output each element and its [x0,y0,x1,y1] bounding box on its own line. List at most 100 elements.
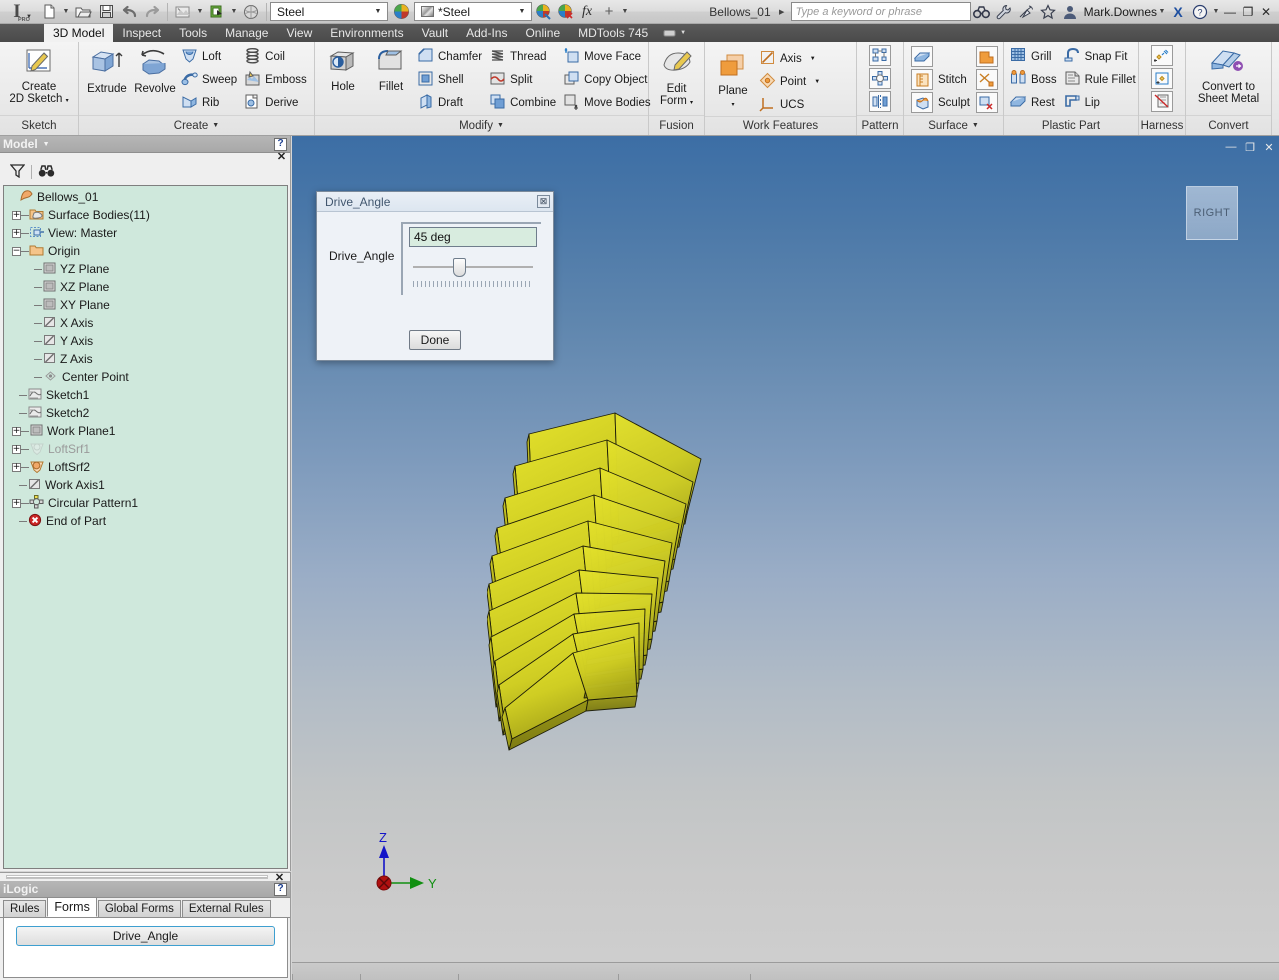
ribbon-display-options-icon[interactable]: ▼ [657,24,692,42]
rule-fillet-button[interactable]: Rule Fillet [1062,68,1141,91]
tree-expander-minus-icon[interactable]: − [12,246,21,256]
save-icon[interactable] [95,1,117,23]
document-list-chevron-icon[interactable]: ▶ [777,1,787,23]
tree-expander-plus-icon[interactable]: + [12,426,21,436]
point-chevron-down-icon[interactable]: ▼ [814,79,820,85]
redo-icon[interactable] [141,1,163,23]
undo-icon[interactable] [118,1,140,23]
split-button[interactable]: Split [487,68,561,91]
drive-angle-dialog-close-icon[interactable]: ⊠ [537,195,550,208]
document-close-button[interactable]: ✕ [1261,139,1277,155]
tree-item-work-plane1[interactable]: + Work Plane1 [4,422,287,440]
tree-item-xy-plane[interactable]: XY Plane [4,296,287,314]
restore-window-button[interactable]: ❐ [1239,2,1257,22]
extrude-button[interactable]: Extrude [83,45,131,97]
filter-icon[interactable] [9,163,26,181]
tree-item-surface-bodies[interactable]: + Surface Bodies(11) [4,206,287,224]
ilogic-tab-rules[interactable]: Rules [3,900,47,917]
tree-item-x-axis[interactable]: X Axis [4,314,287,332]
done-button[interactable]: Done [409,330,461,350]
tree-item-bellows-01[interactable]: Bellows_01 [4,188,287,206]
surface-panel-chevron-down-icon[interactable]: ▼ [972,122,979,129]
rest-button[interactable]: Rest [1008,91,1062,114]
coil-button[interactable]: Coil [242,45,312,68]
view-cube[interactable]: RIGHT [1186,186,1238,240]
combine-button[interactable]: Combine [487,91,561,114]
tab-tools[interactable]: Tools [170,24,216,42]
chamfer-button[interactable]: Chamfer [415,45,487,68]
panel-title-surface[interactable]: Surface ▼ [904,115,1003,135]
shell-button[interactable]: Shell [415,68,487,91]
grill-button[interactable]: Grill [1008,45,1062,68]
favorites-star-icon[interactable] [1037,1,1059,23]
help-question-icon[interactable]: ? [1189,1,1211,23]
hole-button[interactable]: Hole [319,45,367,95]
tree-item-circular-pattern1[interactable]: + Circular Pattern1 [4,494,287,512]
document-restore-button[interactable]: ❐ [1242,139,1258,155]
update-chevron-icon[interactable]: ▼ [195,1,205,23]
return-chevron-icon[interactable]: ▼ [229,1,239,23]
new-file-chevron-icon[interactable]: ▼ [61,1,71,23]
sweep-button[interactable]: Sweep [179,68,242,91]
search-input[interactable]: Type a keyword or phrase [790,2,971,21]
appearance-chevron-down-icon[interactable]: ▼ [515,8,529,15]
application-menu-button[interactable]: I PRO ▼ [0,0,34,24]
tree-expander-plus-icon[interactable]: + [12,498,21,508]
material-combo[interactable]: Steel ▼ [270,2,388,21]
ilogic-close-icon[interactable]: ✕ [273,871,286,884]
tree-item-view-master[interactable]: + View: Master [4,224,287,242]
tab-environments[interactable]: Environments [321,24,412,42]
tree-item-xz-plane[interactable]: XZ Plane [4,278,287,296]
draft-button[interactable]: Draft [415,91,487,114]
appearance-combo[interactable]: *Steel ▼ [414,2,532,21]
place-harness-icon[interactable] [1151,68,1173,89]
find-binoculars-icon[interactable] [38,164,55,181]
tab-mdtools[interactable]: MDTools 745 [569,24,657,42]
tree-item-sketch1[interactable]: Sketch1 [4,386,287,404]
edit-form-button[interactable]: Edit Form ▾ [653,45,701,111]
tree-item-z-axis[interactable]: Z Axis [4,350,287,368]
ilogic-tab-global-forms[interactable]: Global Forms [97,900,181,917]
document-minimize-button[interactable]: — [1223,139,1239,155]
tab-3d-model[interactable]: 3D Model [44,24,114,42]
tree-item-loftsrf1[interactable]: + LoftSrf1 [4,440,287,458]
patch-icon[interactable] [975,46,998,67]
help-wrench-icon[interactable] [993,1,1015,23]
exchange-apps-icon[interactable]: X [1167,1,1189,23]
move-face-button[interactable]: Move Face [561,45,655,68]
tab-view[interactable]: View [277,24,321,42]
axis-button[interactable]: Axis ▼ [757,47,825,70]
appearance-browser-icon[interactable] [532,1,554,23]
search-binoculars-icon[interactable] [971,1,993,23]
clear-appearance-icon[interactable] [554,1,576,23]
sculpt-button[interactable]: Sculpt [908,91,975,114]
emboss-button[interactable]: Emboss [242,68,312,91]
help-chevron-icon[interactable]: ▼ [1211,1,1221,23]
convert-to-sheet-metal-button[interactable]: Convert to Sheet Metal [1194,45,1263,107]
thicken-offset-button[interactable] [908,45,975,68]
minimize-window-button[interactable]: — [1221,2,1239,22]
return-icon[interactable] [206,1,228,23]
model-browser-help-icon[interactable]: ? [274,137,287,151]
ilogic-tab-forms[interactable]: Forms [47,897,97,917]
create-2d-sketch-button[interactable]: Create 2D Sketch ▾ [5,45,72,109]
rectangular-pattern-icon[interactable] [869,45,891,66]
3d-viewport[interactable]: — ❐ ✕ RIGHT Z Y Drive_Angle ⊠ Drive_Angl… [292,136,1279,980]
new-file-icon[interactable] [38,1,60,23]
slider-thumb[interactable] [453,258,466,277]
material-chevron-down-icon[interactable]: ▼ [371,8,385,15]
user-menu-chevron-icon[interactable]: ▼ [1157,1,1167,23]
tree-expander-plus-icon[interactable]: + [12,444,21,454]
create-harness-icon[interactable] [1151,45,1173,66]
form-button-drive-angle[interactable]: Drive_Angle [16,926,275,946]
drive-angle-dialog-title-bar[interactable]: Drive_Angle ⊠ [317,192,553,212]
tab-add-ins[interactable]: Add-Ins [457,24,516,42]
user-avatar-icon[interactable] [1059,1,1081,23]
model-browser-chevron-down-icon[interactable]: ▼ [43,141,50,148]
delete-face-icon[interactable] [975,92,998,113]
tree-item-work-axis1[interactable]: Work Axis1 [4,476,287,494]
model-tree[interactable]: Bellows_01 + Surface Bodies(11) + View: … [3,185,288,869]
tree-item-yz-plane[interactable]: YZ Plane [4,260,287,278]
tab-manage[interactable]: Manage [216,24,277,42]
move-bodies-button[interactable]: Move Bodies [561,91,655,114]
